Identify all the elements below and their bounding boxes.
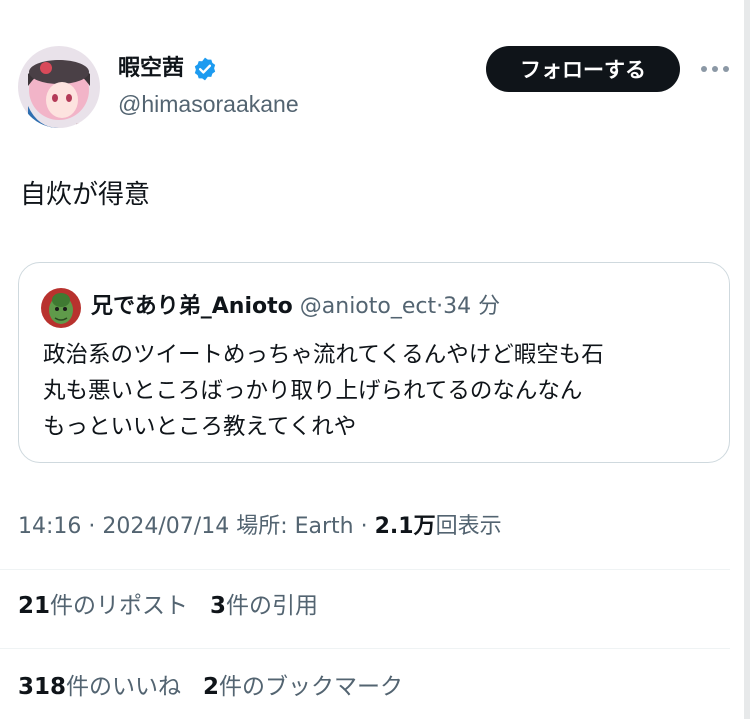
likes-label: 件のいいね [66, 674, 182, 700]
views-count: 2.1万 [374, 514, 436, 539]
divider [0, 569, 730, 570]
author-name-row[interactable]: 暇空茜 [118, 54, 218, 84]
quote-text-line: 政治系のツイートめっちゃ流れてくるんやけど暇空も石 [43, 342, 604, 368]
reposts-stat[interactable]: 21件のリポスト [18, 593, 188, 619]
reposts-label: 件のリポスト [50, 593, 189, 619]
quote-header: 兄であり弟_Anioto @anioto_ect·34 分 [91, 291, 500, 323]
tweet-time[interactable]: 14:16 [18, 514, 81, 539]
anime-girl-avatar-icon [18, 46, 100, 128]
stats-row-likes: 318件のいいね 2件のブックマーク [18, 670, 403, 704]
author-handle[interactable]: @himasoraakane [118, 88, 299, 120]
quote-text: 政治系のツイートめっちゃ流れてくるんやけど暇空も石 丸も悪いところばっかり取り上… [43, 337, 713, 445]
quote-display-name[interactable]: 兄であり弟_Anioto [91, 294, 293, 319]
tweet-location: 場所: Earth [236, 514, 354, 539]
author-display-name[interactable]: 暇空茜 [118, 54, 184, 84]
tweet-meta: 14:16 · 2024/07/14 場所: Earth · 2.1万回表示 [18, 510, 502, 544]
quoted-tweet-card[interactable]: 兄であり弟_Anioto @anioto_ect·34 分 政治系のツイートめっ… [18, 262, 730, 463]
bookmarks-stat[interactable]: 2件のブックマーク [203, 674, 403, 700]
reposts-count: 21 [18, 593, 51, 619]
quote-author-avatar[interactable] [41, 288, 81, 328]
likes-stat[interactable]: 318件のいいね [18, 674, 181, 700]
green-character-avatar-icon [41, 288, 81, 328]
quotes-label: 件の引用 [225, 593, 318, 619]
quote-text-line: 丸も悪いところばっかり取り上げられてるのなんなん [43, 378, 583, 404]
quote-text-line: もっといいところ教えてくれや [43, 414, 357, 440]
likes-count: 318 [18, 674, 67, 700]
verified-badge-icon [192, 56, 218, 82]
more-options-button[interactable] [698, 57, 732, 81]
meta-separator: · [88, 514, 96, 539]
bookmarks-count: 2 [202, 674, 219, 700]
stats-row-reposts: 21件のリポスト 3件の引用 [18, 589, 318, 623]
quote-handle[interactable]: @anioto_ect [300, 294, 436, 319]
quote-time[interactable]: 34 分 [443, 294, 500, 319]
meta-separator: · [360, 514, 368, 539]
views-label: 回表示 [435, 514, 502, 539]
scrollbar-track [744, 0, 750, 719]
follow-button[interactable]: フォローする [486, 46, 680, 92]
divider [0, 648, 730, 649]
tweet-text: 自炊が得意 [20, 180, 151, 210]
author-avatar[interactable] [18, 46, 100, 128]
ellipsis-icon [701, 66, 729, 72]
quotes-count: 3 [209, 593, 226, 619]
tweet-date[interactable]: 2024/07/14 [102, 514, 229, 539]
quotes-stat[interactable]: 3件の引用 [210, 593, 318, 619]
bookmarks-label: 件のブックマーク [218, 674, 403, 700]
